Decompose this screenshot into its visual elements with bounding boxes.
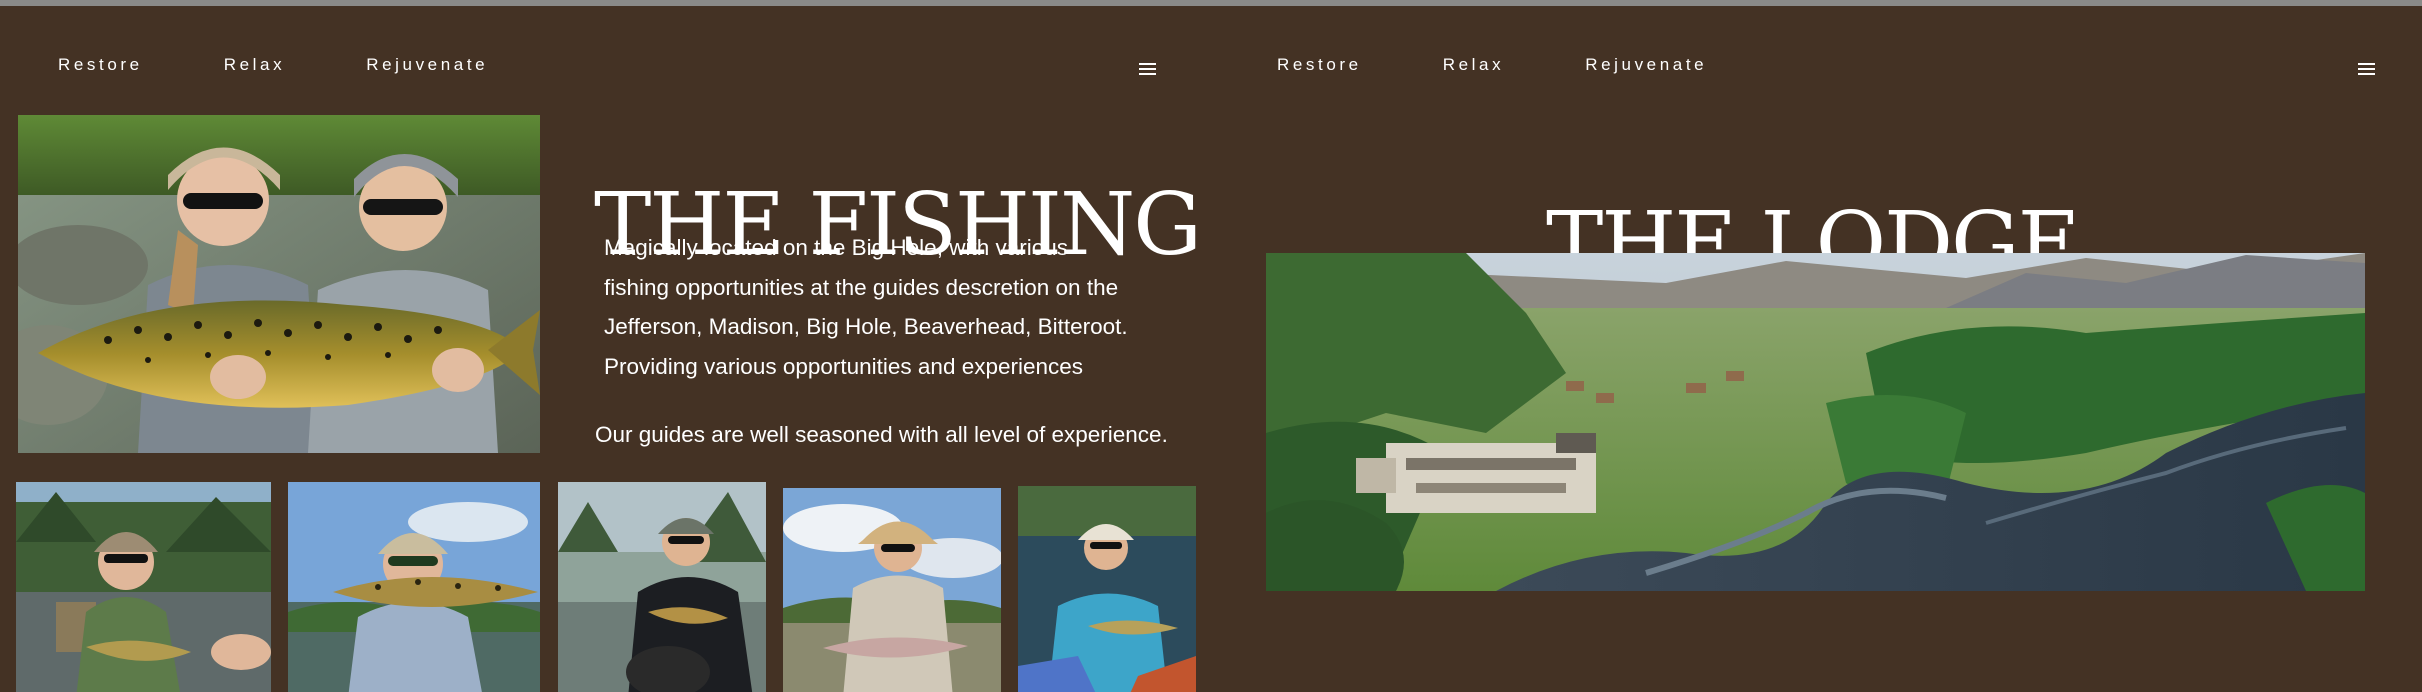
thumbnail-photo-angler-5[interactable] (1018, 486, 1196, 692)
fishing-section: Restore Relax Rejuvenate THE FISHING Mag… (0, 6, 1219, 692)
nav-restore-link[interactable]: Restore (1277, 55, 1362, 75)
hero-photo-anglers-trout (18, 115, 540, 453)
lodge-section: Restore Relax Rejuvenate THE LODGE (1219, 6, 2422, 692)
guides-text: Our guides are well seasoned with all le… (595, 422, 1168, 447)
thumbnail-photo-angler-3 (558, 482, 766, 692)
hamburger-menu-icon[interactable] (1137, 59, 1159, 77)
fishing-description-line: fishing opportunities at the guides desc… (604, 274, 1119, 300)
nav-restore-link[interactable]: Restore (58, 55, 143, 75)
thumbnail-photo-angler-4 (783, 488, 1001, 692)
nav-relax-link[interactable]: Relax (224, 55, 285, 75)
fishing-description-line: Magically located on the Big Hole, with … (604, 235, 1068, 260)
thumbnail-photo-angler-2 (288, 482, 540, 692)
nav-rejuvenate-link[interactable]: Rejuvenate (1585, 55, 1707, 75)
fishing-nav: Restore Relax Rejuvenate (58, 50, 569, 80)
nav-rejuvenate-link[interactable]: Rejuvenate (366, 55, 488, 75)
fishing-description: Magically located on the Big Hole, with … (604, 228, 1204, 386)
nav-relax-link[interactable]: Relax (1443, 55, 1504, 75)
hamburger-menu-icon[interactable] (2356, 59, 2378, 77)
lodge-aerial-photo (1266, 253, 2365, 591)
thumbnail-photo-angler-1 (16, 482, 271, 692)
fishing-description-line: Jefferson, Madison, Big Hole, Beaverhead… (604, 314, 1128, 339)
fishing-description-line: Providing various opportunities and expe… (604, 353, 1084, 379)
lodge-nav: Restore Relax Rejuvenate (1277, 50, 1788, 80)
